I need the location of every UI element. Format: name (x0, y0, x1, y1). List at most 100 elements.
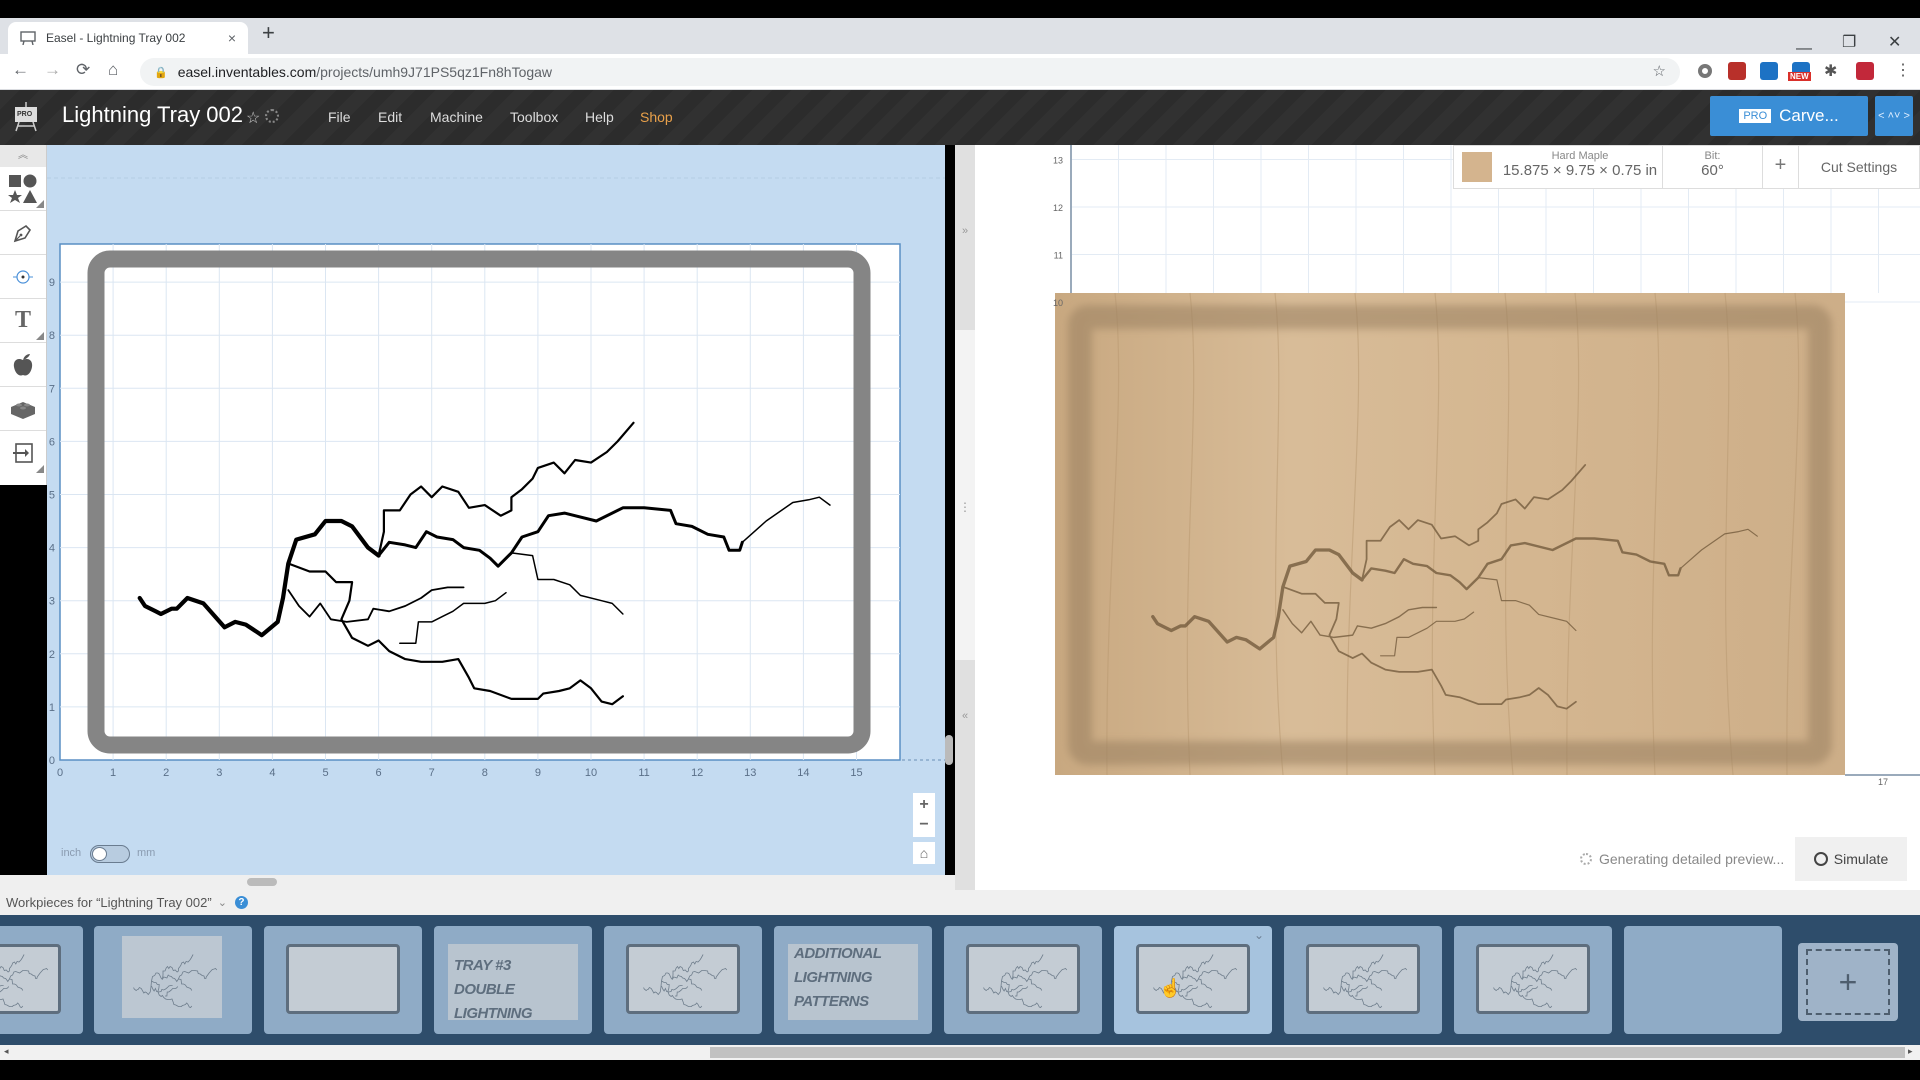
help-icon[interactable]: ? (234, 896, 248, 909)
material-selector[interactable]: Hard Maple 15.875 × 9.75 × 0.75 in (1498, 146, 1663, 188)
y-tick-label: 6 (49, 436, 55, 448)
workpiece-thumbnail[interactable] (1624, 926, 1782, 1034)
workpieces-scroll-thumb[interactable] (710, 1047, 1905, 1058)
tool-pen[interactable] (0, 211, 46, 255)
workpiece-thumbnail[interactable] (264, 926, 422, 1034)
saving-spinner-icon (265, 109, 279, 123)
tool-text[interactable]: T (0, 299, 46, 343)
extension-new-icon[interactable]: NEW (1788, 62, 1811, 81)
workpieces-collapse-icon[interactable]: ⌄ (218, 896, 227, 909)
zoom-out-button[interactable]: − (919, 815, 928, 835)
workpiece-thumbnail[interactable] (0, 926, 83, 1034)
menu-edit[interactable]: Edit (378, 109, 402, 125)
tool-shapes[interactable] (0, 167, 46, 211)
preview-canvas[interactable]: 10 11 12 13 17 (975, 145, 1920, 890)
extensions-puzzle-icon[interactable]: ✱ (1824, 61, 1837, 81)
scroll-left-icon[interactable]: ◂ (4, 1046, 9, 1057)
workpieces-scrollbar[interactable]: ◂ ▸ (0, 1045, 1920, 1060)
thumbnail-branch (1028, 978, 1043, 991)
preview-y-tick-label: 13 (1053, 156, 1063, 166)
workpiece-thumbnail[interactable] (94, 926, 252, 1034)
thumbnail-branch (162, 970, 207, 983)
thumbnail-lightning (1153, 954, 1238, 1008)
workpiece-thumbnail[interactable]: TRAY #3 DOUBLE LIGHTNING (434, 926, 592, 1034)
thumbnail-branch (1352, 970, 1397, 983)
tool-import[interactable] (0, 431, 46, 475)
add-workpiece-button[interactable]: + (1798, 943, 1898, 1021)
url-input[interactable]: 🔒 easel.inventables.com/projects/umh9J71… (140, 58, 1680, 86)
thumbnail-menu-icon[interactable]: ⌄ (1254, 928, 1264, 942)
tool-apps[interactable] (0, 343, 46, 387)
workpiece-thumbnail[interactable]: ⌄ ☝ (1114, 926, 1272, 1034)
zoom-in-button[interactable]: + (919, 795, 928, 815)
workpiece-thumbnail[interactable] (604, 926, 762, 1034)
x-tick-label: 6 (376, 767, 382, 779)
menu-machine[interactable]: Machine (430, 109, 483, 125)
x-tick-label: 1 (110, 767, 116, 779)
thumbnail-branch (1012, 970, 1057, 983)
forward-button[interactable]: → (44, 60, 61, 80)
workpiece-thumbnail[interactable]: ADDITIONAL LIGHTNING PATTERNS (774, 926, 932, 1034)
add-bit-button[interactable]: + (1763, 146, 1799, 188)
reload-button[interactable]: ⟳ (76, 60, 90, 80)
workpiece-thumbnail[interactable] (1284, 926, 1442, 1034)
browser-tab[interactable]: Easel - Lightning Tray 002 × (8, 22, 248, 54)
tab-title: Easel - Lightning Tray 002 (46, 31, 186, 45)
panel-divider[interactable]: » ⋮ « (955, 145, 975, 890)
extension-chart-icon[interactable] (1728, 62, 1746, 80)
thumbnail-lightning-group (133, 954, 218, 1008)
back-button[interactable]: ← (12, 60, 29, 80)
left-toolbar: ︽ T (0, 145, 47, 485)
canvas-horizontal-scroll-thumb[interactable] (247, 878, 277, 886)
workpieces-label: Workpieces for “Lightning Tray 002” (6, 895, 212, 910)
workpieces-strip: TRAY #3 DOUBLE LIGHTNING ADDITIONAL LIGHTNI… (0, 915, 1920, 1045)
menu-toolbox[interactable]: Toolbox (510, 109, 558, 125)
menu-shop[interactable]: Shop (640, 109, 673, 125)
tool-point[interactable] (0, 255, 46, 299)
expand-right-button[interactable]: » (955, 145, 975, 330)
expand-view-button[interactable]: < ˄˅ > (1875, 96, 1913, 136)
simulate-button[interactable]: Simulate (1795, 837, 1907, 881)
x-tick-label: 0 (57, 767, 63, 779)
loading-spinner-icon (1580, 853, 1592, 865)
project-title[interactable]: Lightning Tray 002 (62, 102, 243, 128)
design-canvas[interactable]: 0 1 2 3 4 5 6 7 8 9 10 11 12 13 14 150123456789 (47, 145, 945, 875)
menu-file[interactable]: File (328, 109, 351, 125)
thumbnail-branch (1395, 968, 1408, 978)
easel-pro-logo[interactable]: PRO (14, 102, 38, 132)
shapes-icon (8, 174, 37, 203)
apple-icon (13, 353, 33, 376)
bookmark-star-icon[interactable]: ☆ (1653, 62, 1666, 80)
easel-favicon-icon (20, 31, 36, 45)
unit-toggle[interactable] (90, 845, 130, 863)
tool-parts[interactable] (0, 387, 46, 431)
scroll-right-icon[interactable]: ▸ (1908, 1046, 1913, 1057)
menu-help[interactable]: Help (585, 109, 614, 125)
extension-circle-icon[interactable] (1698, 64, 1712, 78)
extension-trello-icon[interactable] (1760, 62, 1778, 80)
home-button[interactable]: ⌂ (108, 60, 118, 80)
maximize-button[interactable]: ❐ (1842, 32, 1856, 52)
thumbnail-branch (1225, 968, 1238, 978)
expand-left-button[interactable]: « (955, 660, 975, 890)
divider-drag-handle[interactable]: ⋮ (955, 330, 975, 660)
zoom-home-button[interactable]: ⌂ (913, 842, 935, 864)
workpiece-thumbnail[interactable] (1454, 926, 1612, 1034)
carve-button[interactable]: PRO Carve... (1710, 96, 1868, 136)
canvas-vertical-scrollbar[interactable] (945, 735, 953, 765)
material-swatch[interactable] (1462, 152, 1492, 182)
zoom-controls: + − (913, 793, 935, 837)
x-tick-label: 8 (482, 767, 488, 779)
close-window-button[interactable]: ✕ (1888, 32, 1901, 52)
extension-red-icon[interactable] (1856, 62, 1874, 80)
favorite-star-icon[interactable]: ☆ (246, 108, 260, 128)
collapse-toolbar-button[interactable]: ︽ (0, 145, 46, 167)
browser-menu-icon[interactable]: ⋮ (1895, 60, 1911, 80)
cut-settings-button[interactable]: Cut Settings (1799, 146, 1919, 188)
workpiece-thumbnail[interactable] (944, 926, 1102, 1034)
thumbnail-branch (162, 954, 194, 980)
new-tab-button[interactable]: + (262, 20, 275, 46)
tab-close-icon[interactable]: × (228, 30, 236, 46)
bit-selector[interactable]: Bit: 60° (1663, 146, 1763, 188)
thumbnail-branch (1182, 954, 1214, 980)
